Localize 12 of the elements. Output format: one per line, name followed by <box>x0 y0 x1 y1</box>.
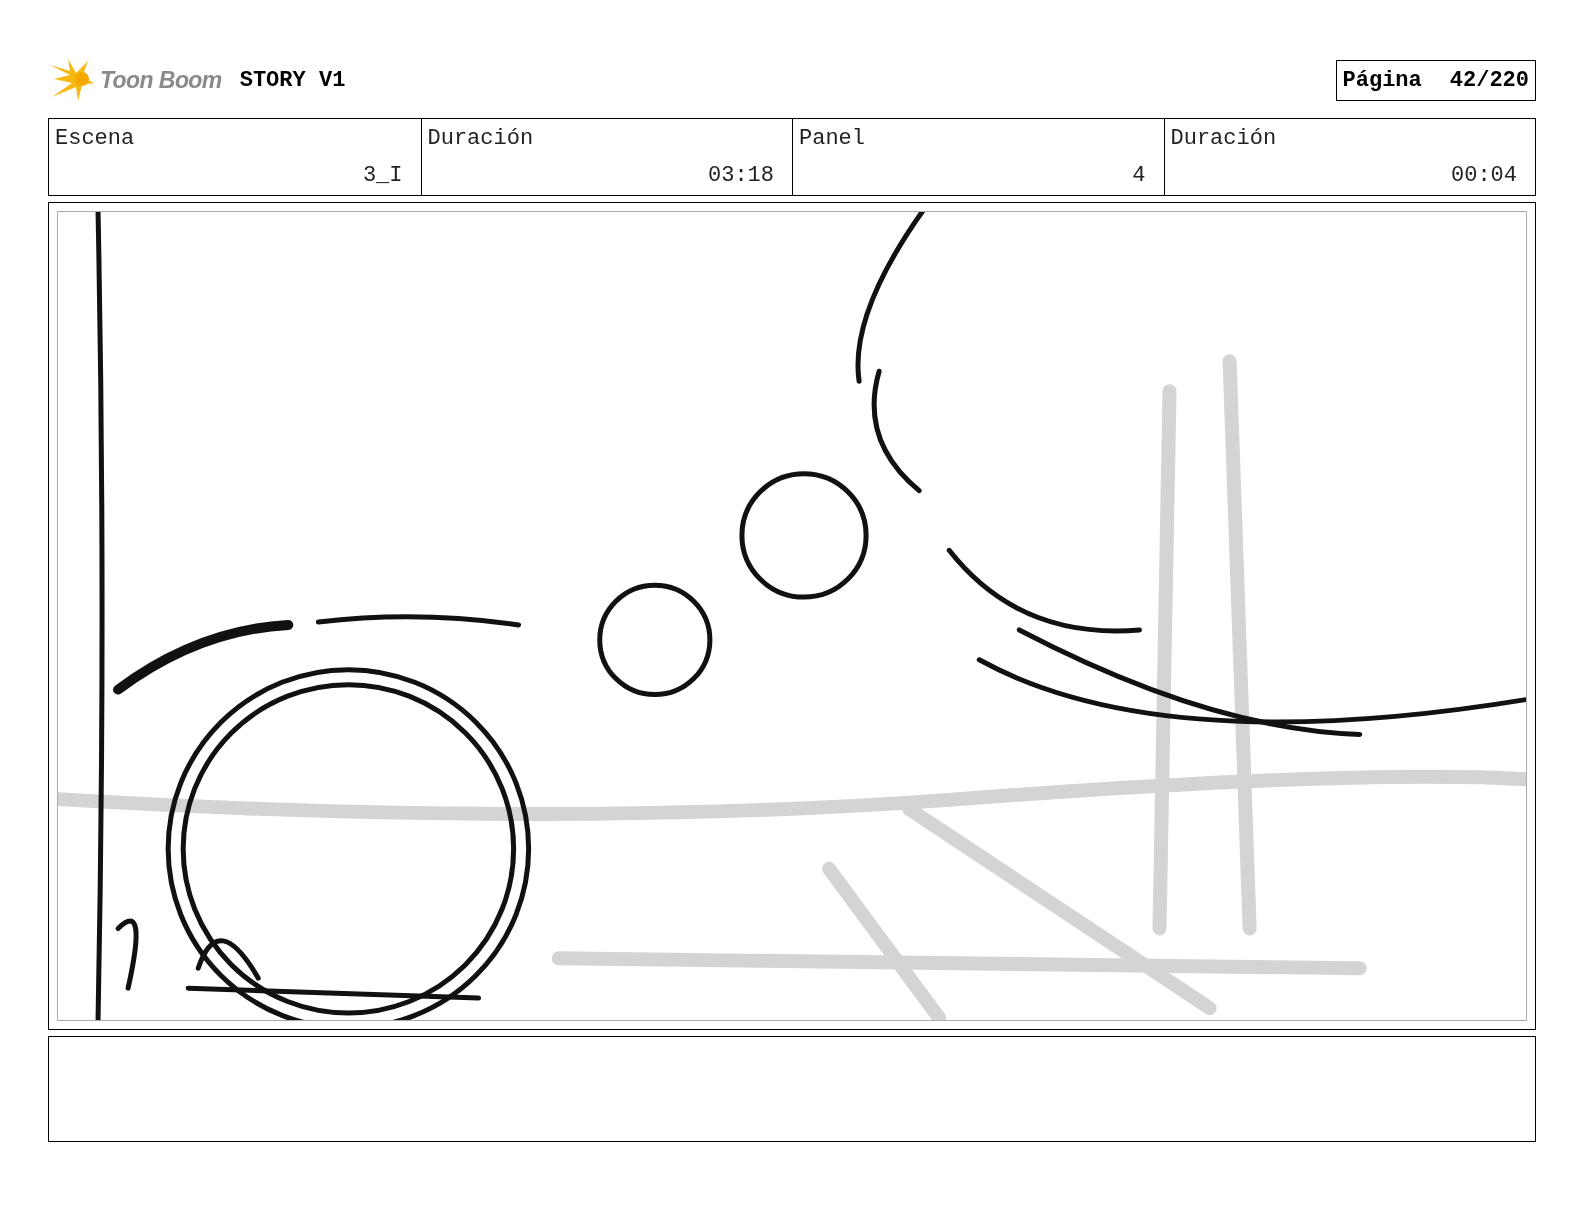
field-value: 03:18 <box>708 162 774 190</box>
field-label: Escena <box>55 125 136 153</box>
field-label: Duración <box>427 125 535 153</box>
page-number: 42/220 <box>1449 66 1529 95</box>
field-value: 3_I <box>362 162 403 190</box>
field-value: 4 <box>1132 162 1146 190</box>
story-title: STORY V1 <box>239 66 346 95</box>
field-label: Duración <box>1170 125 1278 153</box>
page-label: Página <box>1342 66 1422 95</box>
logo-text: Toon Boom <box>100 65 222 95</box>
field-label: Panel <box>799 125 866 153</box>
field-value: 00:04 <box>1451 162 1517 190</box>
